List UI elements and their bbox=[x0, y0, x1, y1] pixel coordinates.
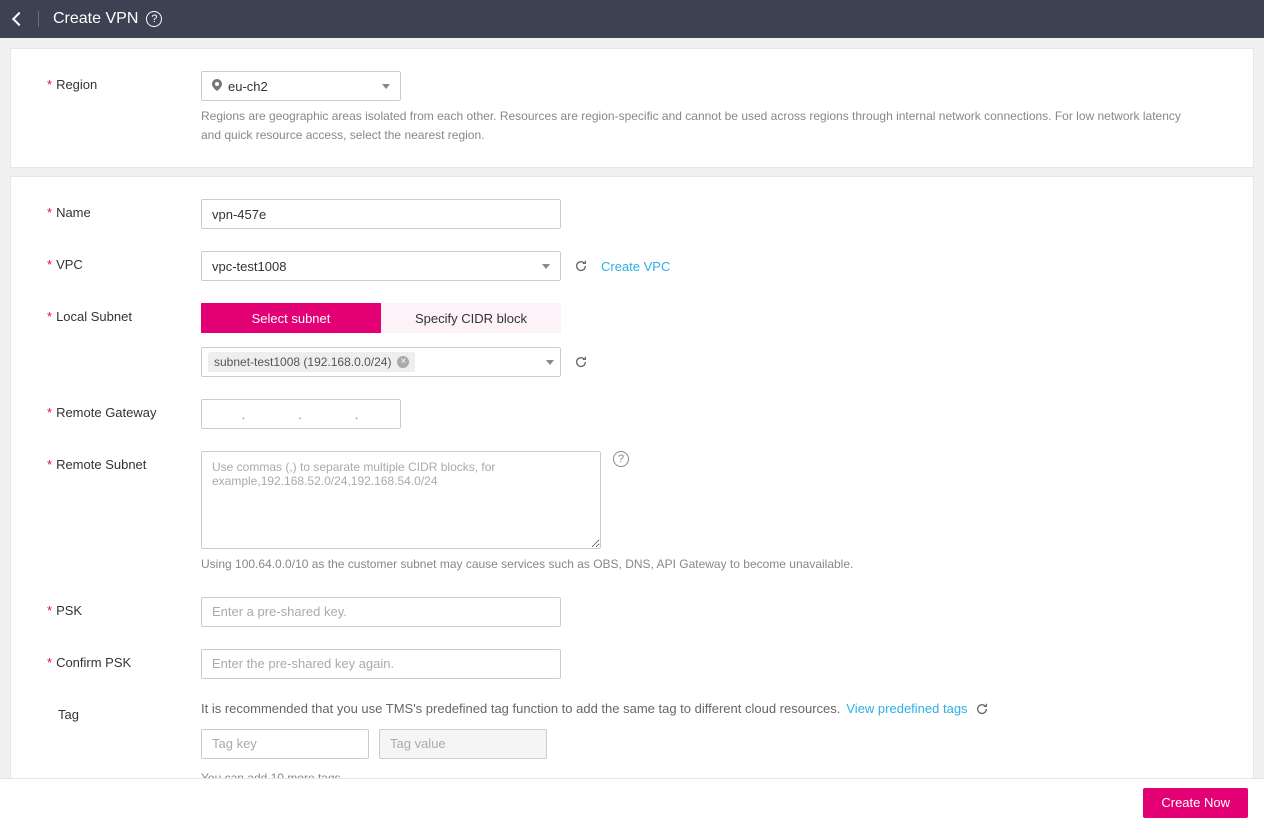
remote-subnet-textarea[interactable] bbox=[201, 451, 601, 549]
help-icon[interactable]: ? bbox=[613, 451, 629, 467]
top-bar: Create VPN ? bbox=[0, 0, 1264, 38]
separator bbox=[38, 11, 39, 27]
confirm-psk-label: Confirm PSK bbox=[47, 649, 201, 670]
remote-subnet-warning: Using 100.64.0.0/10 as the customer subn… bbox=[201, 555, 1201, 574]
page-title: Create VPN bbox=[53, 10, 138, 28]
vpc-value: vpc-test1008 bbox=[212, 259, 542, 274]
vpc-label: VPC bbox=[47, 251, 201, 272]
subnet-chip-label: subnet-test1008 (192.168.0.0/24) bbox=[214, 355, 391, 369]
subnet-chip: subnet-test1008 (192.168.0.0/24) × bbox=[208, 352, 415, 372]
remote-gateway-input[interactable]: ... bbox=[201, 399, 401, 429]
refresh-icon[interactable] bbox=[974, 701, 990, 717]
page-body: Region eu-ch2 Regions are geographic are… bbox=[0, 38, 1264, 778]
region-panel: Region eu-ch2 Regions are geographic are… bbox=[10, 48, 1254, 168]
tag-intro-text: It is recommended that you use TMS's pre… bbox=[201, 701, 840, 716]
mode-select-subnet-button[interactable]: Select subnet bbox=[201, 303, 381, 333]
name-label: Name bbox=[47, 199, 201, 220]
back-icon[interactable] bbox=[12, 12, 26, 26]
confirm-psk-input[interactable] bbox=[201, 649, 561, 679]
psk-input[interactable] bbox=[201, 597, 561, 627]
tag-key-input[interactable] bbox=[201, 729, 369, 759]
local-subnet-mode-toggle: Select subnet Specify CIDR block bbox=[201, 303, 1217, 333]
region-value: eu-ch2 bbox=[228, 79, 382, 94]
chevron-down-icon bbox=[382, 84, 390, 89]
subnet-spacer bbox=[47, 347, 201, 368]
help-icon[interactable]: ? bbox=[146, 11, 162, 27]
local-subnet-label: Local Subnet bbox=[47, 303, 201, 324]
mode-specify-cidr-button[interactable]: Specify CIDR block bbox=[381, 303, 561, 333]
region-select[interactable]: eu-ch2 bbox=[201, 71, 401, 101]
create-now-button[interactable]: Create Now bbox=[1143, 788, 1248, 818]
view-predefined-tags-link[interactable]: View predefined tags bbox=[846, 701, 967, 716]
region-help-text: Regions are geographic areas isolated fr… bbox=[201, 107, 1201, 145]
tag-limit-text: You can add 10 more tags. bbox=[201, 769, 1201, 778]
region-label: Region bbox=[47, 71, 201, 92]
tag-label: Tag bbox=[47, 701, 201, 722]
refresh-icon[interactable] bbox=[573, 258, 589, 274]
remote-gateway-label: Remote Gateway bbox=[47, 399, 201, 420]
tag-value-input[interactable] bbox=[379, 729, 547, 759]
vpc-select[interactable]: vpc-test1008 bbox=[201, 251, 561, 281]
create-vpc-link[interactable]: Create VPC bbox=[601, 259, 670, 274]
footer-bar: Create Now bbox=[0, 778, 1264, 826]
subnet-multiselect[interactable]: subnet-test1008 (192.168.0.0/24) × bbox=[201, 347, 561, 377]
remove-chip-icon[interactable]: × bbox=[397, 356, 409, 368]
chevron-down-icon bbox=[542, 264, 550, 269]
psk-label: PSK bbox=[47, 597, 201, 618]
pin-icon bbox=[212, 79, 222, 94]
remote-subnet-label: Remote Subnet bbox=[47, 451, 201, 472]
main-form-panel: Name VPC vpc-test1008 Create VPC Local S… bbox=[10, 176, 1254, 778]
name-input[interactable] bbox=[201, 199, 561, 229]
chevron-down-icon bbox=[546, 360, 554, 365]
refresh-icon[interactable] bbox=[573, 354, 589, 370]
